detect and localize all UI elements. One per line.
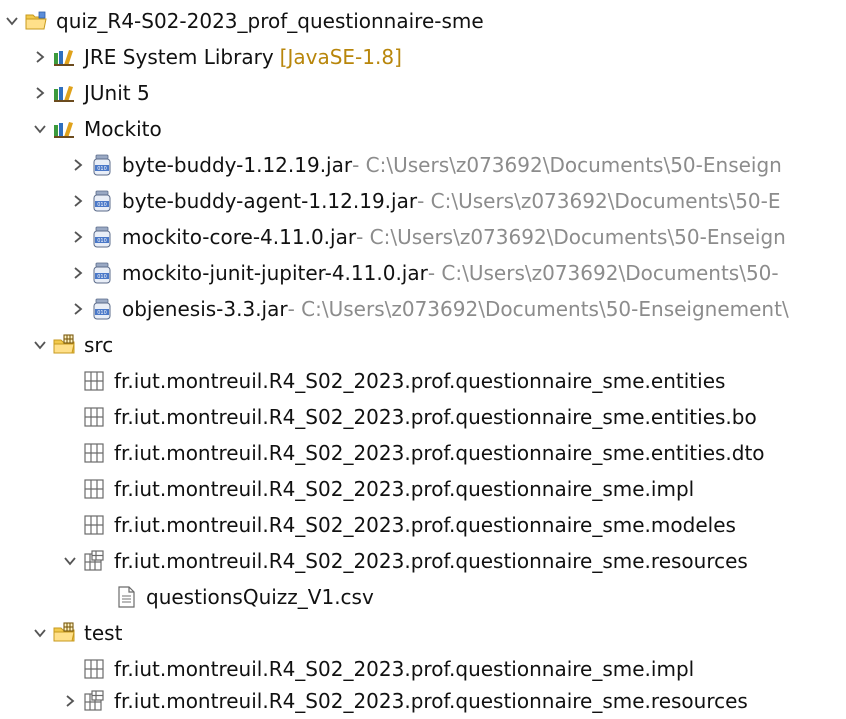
tree-item-jar[interactable]: 010 mockito-core-4.11.0.jar - C:\Users\z… xyxy=(68,220,786,254)
package-label: fr.iut.montreuil.R4_S02_2023.prof.questi… xyxy=(114,477,695,501)
tree-item-package[interactable]: fr.iut.montreuil.R4_S02_2023.prof.questi… xyxy=(80,364,725,398)
src-folder-label: src xyxy=(84,333,114,357)
jar-icon: 010 xyxy=(90,297,114,321)
chevron-right-icon[interactable] xyxy=(30,76,50,110)
package-explorer-tree: quiz_R4-S02-2023_prof_questionnaire-sme … xyxy=(0,0,846,719)
tree-item-jre-library[interactable]: JRE System Library [JavaSE-1.8] xyxy=(30,40,402,74)
jar-icon: 010 xyxy=(90,225,114,249)
tree-item-package[interactable]: fr.iut.montreuil.R4_S02_2023.prof.questi… xyxy=(80,652,694,686)
svg-text:010: 010 xyxy=(97,274,107,280)
tree-item-jar[interactable]: 010 byte-buddy-1.12.19.jar - C:\Users\z0… xyxy=(68,148,782,182)
jar-path: - C:\Users\z073692\Documents\50-Enseigne… xyxy=(287,297,789,321)
chevron-right-icon[interactable] xyxy=(68,184,88,218)
tree-item-package[interactable]: fr.iut.montreuil.R4_S02_2023.prof.questi… xyxy=(80,508,736,542)
library-icon xyxy=(52,81,76,105)
tree-item-test-folder[interactable]: test xyxy=(30,616,122,650)
chevron-right-icon[interactable] xyxy=(68,148,88,182)
svg-text:010: 010 xyxy=(97,310,107,316)
project-folder-icon xyxy=(24,9,48,33)
svg-text:010: 010 xyxy=(97,166,107,172)
chevron-right-icon[interactable] xyxy=(68,256,88,290)
jar-path: - C:\Users\z073692\Documents\50- xyxy=(427,261,779,285)
tree-item-mockito-library[interactable]: Mockito xyxy=(30,112,162,146)
mockito-library-label: Mockito xyxy=(84,117,162,141)
source-folder-icon xyxy=(52,333,76,357)
resource-package-icon xyxy=(82,549,106,573)
csv-file-label: questionsQuizz_V1.csv xyxy=(146,585,374,609)
chevron-down-icon[interactable] xyxy=(2,4,22,38)
package-icon xyxy=(82,405,106,429)
package-label: fr.iut.montreuil.R4_S02_2023.prof.questi… xyxy=(114,657,695,681)
tree-item-jar[interactable]: 010 byte-buddy-agent-1.12.19.jar - C:\Us… xyxy=(68,184,781,218)
jar-label: objenesis-3.3.jar xyxy=(122,297,288,321)
tree-item-jar[interactable]: 010 objenesis-3.3.jar - C:\Users\z073692… xyxy=(68,292,789,326)
package-label: fr.iut.montreuil.R4_S02_2023.prof.questi… xyxy=(114,689,748,713)
csv-file-icon xyxy=(114,585,138,609)
package-icon xyxy=(82,369,106,393)
tree-item-package[interactable]: fr.iut.montreuil.R4_S02_2023.prof.questi… xyxy=(80,436,765,470)
jar-icon: 010 xyxy=(90,261,114,285)
chevron-down-icon[interactable] xyxy=(30,112,50,146)
chevron-right-icon[interactable] xyxy=(68,220,88,254)
chevron-down-icon[interactable] xyxy=(60,544,80,578)
tree-item-resource-package[interactable]: fr.iut.montreuil.R4_S02_2023.prof.questi… xyxy=(60,684,748,718)
jar-label: byte-buddy-agent-1.12.19.jar xyxy=(122,189,418,213)
tree-item-resource-package[interactable]: fr.iut.montreuil.R4_S02_2023.prof.questi… xyxy=(60,544,748,578)
test-folder-label: test xyxy=(84,621,123,645)
library-icon xyxy=(52,45,76,69)
tree-item-junit-library[interactable]: JUnit 5 xyxy=(30,76,150,110)
jar-label: mockito-core-4.11.0.jar xyxy=(122,225,357,249)
resource-package-icon xyxy=(82,689,106,713)
tree-item-package[interactable]: fr.iut.montreuil.R4_S02_2023.prof.questi… xyxy=(80,472,694,506)
jar-path: - C:\Users\z073692\Documents\50-E xyxy=(417,189,781,213)
chevron-down-icon[interactable] xyxy=(30,616,50,650)
package-label: fr.iut.montreuil.R4_S02_2023.prof.questi… xyxy=(114,405,757,429)
tree-item-package[interactable]: fr.iut.montreuil.R4_S02_2023.prof.questi… xyxy=(80,400,757,434)
jar-path: - C:\Users\z073692\Documents\50-Enseign xyxy=(356,225,786,249)
package-icon xyxy=(82,513,106,537)
tree-item-project[interactable]: quiz_R4-S02-2023_prof_questionnaire-sme xyxy=(2,4,484,38)
package-label: fr.iut.montreuil.R4_S02_2023.prof.questi… xyxy=(114,369,726,393)
chevron-right-icon[interactable] xyxy=(30,40,50,74)
chevron-right-icon[interactable] xyxy=(60,684,80,718)
chevron-right-icon[interactable] xyxy=(68,292,88,326)
jar-icon: 010 xyxy=(90,153,114,177)
package-icon xyxy=(82,441,106,465)
svg-text:010: 010 xyxy=(97,238,107,244)
tree-item-src-folder[interactable]: src xyxy=(30,328,113,362)
library-icon xyxy=(52,117,76,141)
source-folder-icon xyxy=(52,621,76,645)
jar-icon: 010 xyxy=(90,189,114,213)
junit-library-label: JUnit 5 xyxy=(84,81,150,105)
jre-library-label: JRE System Library xyxy=(84,45,274,69)
tree-item-jar[interactable]: 010 mockito-junit-jupiter-4.11.0.jar - C… xyxy=(68,256,779,290)
tree-item-csv-file[interactable]: questionsQuizz_V1.csv xyxy=(112,580,374,614)
package-icon xyxy=(82,477,106,501)
jar-label: byte-buddy-1.12.19.jar xyxy=(122,153,353,177)
svg-text:010: 010 xyxy=(97,202,107,208)
package-icon xyxy=(82,657,106,681)
package-label: fr.iut.montreuil.R4_S02_2023.prof.questi… xyxy=(114,549,748,573)
project-label: quiz_R4-S02-2023_prof_questionnaire-sme xyxy=(56,9,484,33)
package-label: fr.iut.montreuil.R4_S02_2023.prof.questi… xyxy=(114,441,765,465)
jre-library-version: [JavaSE-1.8] xyxy=(279,45,402,69)
jar-path: - C:\Users\z073692\Documents\50-Enseign xyxy=(352,153,782,177)
package-label: fr.iut.montreuil.R4_S02_2023.prof.questi… xyxy=(114,513,736,537)
chevron-down-icon[interactable] xyxy=(30,328,50,362)
jar-label: mockito-junit-jupiter-4.11.0.jar xyxy=(122,261,428,285)
